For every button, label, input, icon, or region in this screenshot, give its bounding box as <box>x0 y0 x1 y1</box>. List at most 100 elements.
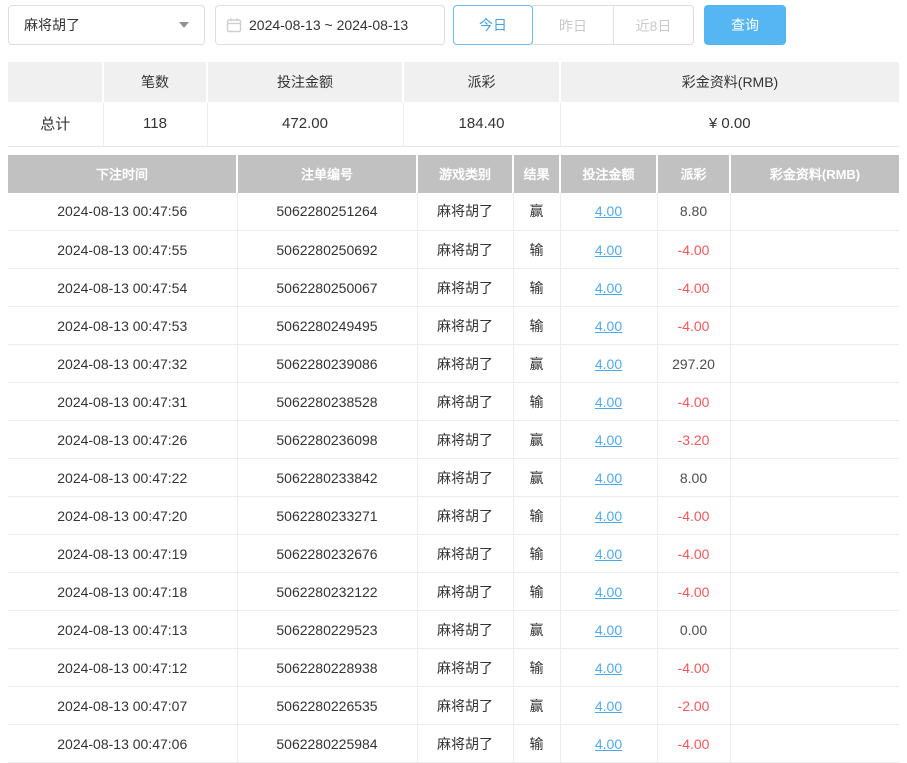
bet-amount-link[interactable]: 4.00 <box>595 660 622 676</box>
game-type-cell: 麻将胡了 <box>417 649 513 687</box>
summary-header-blank <box>8 62 103 102</box>
bet-time-cell: 2024-08-13 00:47:18 <box>8 573 237 611</box>
date-range-value: 2024-08-13 ~ 2024-08-13 <box>249 17 408 33</box>
order-id-cell: 5062280239086 <box>237 345 417 383</box>
game-type-cell: 麻将胡了 <box>417 269 513 307</box>
order-id-cell: 5062280232676 <box>237 535 417 573</box>
bonus-cell <box>730 269 899 307</box>
game-type-cell: 麻将胡了 <box>417 383 513 421</box>
records-header-bet: 投注金额 <box>560 155 657 193</box>
bet-amount-link[interactable]: 4.00 <box>595 432 622 448</box>
summary-total-payout: 184.40 <box>403 102 560 146</box>
bet-time-cell: 2024-08-13 00:47:32 <box>8 345 237 383</box>
bet-time-cell: 2024-08-13 00:47:19 <box>8 535 237 573</box>
table-row: 2024-08-13 00:47:18 5062280232122 麻将胡了 输… <box>8 573 899 611</box>
game-type-cell: 麻将胡了 <box>417 611 513 649</box>
payout-cell: -4.00 <box>657 649 730 687</box>
result-cell: 输 <box>513 231 560 269</box>
filter-today-button[interactable]: 今日 <box>453 5 533 45</box>
bet-amount-link[interactable]: 4.00 <box>595 356 622 372</box>
table-row: 2024-08-13 00:47:55 5062280250692 麻将胡了 输… <box>8 231 899 269</box>
summary-header-bonus: 彩金资料(RMB) <box>560 62 899 102</box>
summary-total-bet-amount: 472.00 <box>207 102 403 146</box>
payout-cell: -2.00 <box>657 687 730 725</box>
bet-time-cell: 2024-08-13 00:47:20 <box>8 497 237 535</box>
bet-amount-cell: 4.00 <box>560 649 657 687</box>
query-button[interactable]: 查询 <box>704 5 786 45</box>
payout-cell: -3.20 <box>657 421 730 459</box>
summary-total-label: 总计 <box>8 102 103 146</box>
bonus-cell <box>730 193 899 231</box>
date-range-picker[interactable]: 2024-08-13 ~ 2024-08-13 <box>215 5 445 45</box>
summary-header-row: 笔数 投注金额 派彩 彩金资料(RMB) <box>8 62 899 102</box>
bonus-cell <box>730 687 899 725</box>
order-id-cell: 5062280250067 <box>237 269 417 307</box>
filter-yesterday-button[interactable]: 昨日 <box>533 6 613 45</box>
chevron-down-icon <box>179 22 189 28</box>
records-header-result: 结果 <box>513 155 560 193</box>
order-id-cell: 5062280250692 <box>237 231 417 269</box>
bet-amount-link[interactable]: 4.00 <box>595 280 622 296</box>
bet-amount-link[interactable]: 4.00 <box>595 698 622 714</box>
table-row: 2024-08-13 00:47:22 5062280233842 麻将胡了 赢… <box>8 459 899 497</box>
records-header-payout: 派彩 <box>657 155 730 193</box>
game-type-cell: 麻将胡了 <box>417 421 513 459</box>
payout-cell: -4.00 <box>657 231 730 269</box>
bonus-cell <box>730 231 899 269</box>
result-cell: 输 <box>513 649 560 687</box>
bet-amount-link[interactable]: 4.00 <box>595 242 622 258</box>
summary-total-bonus: ¥ 0.00 <box>560 102 899 146</box>
filter-last8days-button[interactable]: 近8日 <box>613 6 693 45</box>
table-row: 2024-08-13 00:47:32 5062280239086 麻将胡了 赢… <box>8 345 899 383</box>
game-type-cell: 麻将胡了 <box>417 535 513 573</box>
game-select[interactable]: 麻将胡了 <box>8 5 205 45</box>
bet-amount-cell: 4.00 <box>560 497 657 535</box>
table-row: 2024-08-13 00:47:20 5062280233271 麻将胡了 输… <box>8 497 899 535</box>
payout-cell: 8.00 <box>657 459 730 497</box>
game-select-value: 麻将胡了 <box>24 15 80 35</box>
game-type-cell: 麻将胡了 <box>417 687 513 725</box>
bonus-cell <box>730 497 899 535</box>
bet-amount-link[interactable]: 4.00 <box>595 546 622 562</box>
bet-amount-link[interactable]: 4.00 <box>595 203 622 219</box>
summary-table: 笔数 投注金额 派彩 彩金资料(RMB) 总计 118 472.00 184.4… <box>8 62 899 147</box>
order-id-cell: 5062280236098 <box>237 421 417 459</box>
order-id-cell: 5062280233842 <box>237 459 417 497</box>
bet-amount-link[interactable]: 4.00 <box>595 622 622 638</box>
bet-time-cell: 2024-08-13 00:47:55 <box>8 231 237 269</box>
bet-amount-link[interactable]: 4.00 <box>595 394 622 410</box>
game-type-cell: 麻将胡了 <box>417 459 513 497</box>
bet-time-cell: 2024-08-13 00:47:13 <box>8 611 237 649</box>
payout-cell: 0.00 <box>657 611 730 649</box>
bet-amount-link[interactable]: 4.00 <box>595 584 622 600</box>
bet-amount-link[interactable]: 4.00 <box>595 736 622 752</box>
result-cell: 输 <box>513 497 560 535</box>
bet-time-cell: 2024-08-13 00:47:22 <box>8 459 237 497</box>
order-id-cell: 5062280228938 <box>237 649 417 687</box>
summary-total-count: 118 <box>103 102 207 146</box>
payout-cell: -4.00 <box>657 573 730 611</box>
order-id-cell: 5062280225984 <box>237 725 417 763</box>
records-header-time: 下注时间 <box>8 155 237 193</box>
bonus-cell <box>730 725 899 763</box>
table-row: 2024-08-13 00:47:19 5062280232676 麻将胡了 输… <box>8 535 899 573</box>
bonus-cell <box>730 573 899 611</box>
bet-amount-cell: 4.00 <box>560 687 657 725</box>
game-type-cell: 麻将胡了 <box>417 573 513 611</box>
table-row: 2024-08-13 00:47:07 5062280226535 麻将胡了 赢… <box>8 687 899 725</box>
result-cell: 赢 <box>513 611 560 649</box>
table-row: 2024-08-13 00:47:54 5062280250067 麻将胡了 输… <box>8 269 899 307</box>
result-cell: 赢 <box>513 345 560 383</box>
order-id-cell: 5062280229523 <box>237 611 417 649</box>
bet-amount-link[interactable]: 4.00 <box>595 318 622 334</box>
bet-amount-cell: 4.00 <box>560 193 657 231</box>
result-cell: 输 <box>513 307 560 345</box>
bet-time-cell: 2024-08-13 00:47:06 <box>8 725 237 763</box>
result-cell: 输 <box>513 383 560 421</box>
calendar-icon <box>226 17 242 33</box>
order-id-cell: 5062280249495 <box>237 307 417 345</box>
bonus-cell <box>730 535 899 573</box>
bet-amount-link[interactable]: 4.00 <box>595 470 622 486</box>
bet-amount-link[interactable]: 4.00 <box>595 508 622 524</box>
result-cell: 赢 <box>513 459 560 497</box>
